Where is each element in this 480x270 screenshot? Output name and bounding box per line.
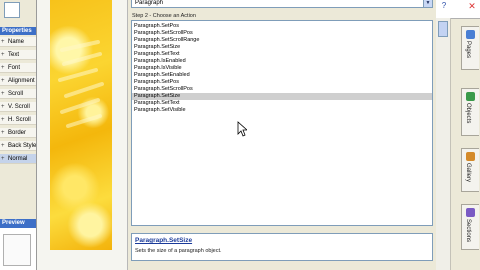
help-icon[interactable]: ? bbox=[438, 1, 450, 11]
property-label: Back Style bbox=[8, 143, 36, 149]
property-row[interactable]: + Back Style bbox=[0, 141, 36, 151]
properties-panel: Properties + Name + Text + Font + Alignment + Scr… bbox=[0, 0, 37, 270]
property-row[interactable]: + Normal bbox=[0, 154, 36, 164]
action-item[interactable]: Paragraph.IsEnabled bbox=[132, 58, 432, 65]
action-item[interactable]: Paragraph.SetSize bbox=[132, 44, 432, 51]
window-controls: ? ✕ bbox=[436, 0, 480, 19]
expand-icon[interactable]: + bbox=[1, 89, 5, 98]
objects-icon bbox=[466, 92, 475, 101]
property-label: Name bbox=[8, 39, 25, 45]
action-item[interactable]: Paragraph.SetPos bbox=[132, 23, 432, 30]
tab-label: Sections bbox=[465, 219, 471, 243]
property-row[interactable]: + Alignment bbox=[0, 76, 36, 86]
property-row[interactable]: + Font bbox=[0, 63, 36, 73]
property-label: H. Scroll bbox=[8, 117, 31, 123]
object-select-value: Paragraph bbox=[135, 0, 164, 6]
property-label: Font bbox=[8, 65, 21, 71]
tab-label: Gallery bbox=[465, 163, 471, 183]
action-info-box: Paragraph.SetSize Sets the size of a par… bbox=[131, 233, 433, 261]
preview-panel-title: Preview bbox=[0, 219, 36, 228]
object-select-dropdown[interactable]: Paragraph ▼ bbox=[131, 0, 433, 8]
page-background-image[interactable] bbox=[50, 0, 112, 250]
page-canvas bbox=[37, 0, 128, 270]
scrollbar-thumb[interactable] bbox=[438, 21, 448, 37]
expand-icon[interactable]: + bbox=[1, 102, 5, 111]
chevron-down-icon[interactable]: ▼ bbox=[423, 0, 432, 7]
action-item[interactable]: Paragraph.SetScrollRange bbox=[132, 37, 432, 44]
expand-icon[interactable]: + bbox=[1, 154, 5, 163]
property-row[interactable]: + V. Scroll bbox=[0, 102, 36, 112]
gallery-icon bbox=[466, 152, 475, 161]
action-item[interactable]: Paragraph.SetScrollPos bbox=[132, 30, 432, 37]
property-label: V. Scroll bbox=[8, 104, 30, 110]
action-item[interactable]: Paragraph.SetVisible bbox=[132, 107, 432, 114]
close-icon[interactable]: ✕ bbox=[466, 0, 478, 12]
vertical-scrollbar[interactable] bbox=[436, 18, 451, 270]
decorative-brush-art bbox=[58, 40, 104, 128]
property-row[interactable]: + H. Scroll bbox=[0, 115, 36, 125]
action-item[interactable]: Paragraph.SetText bbox=[132, 100, 432, 107]
action-item[interactable]: Paragraph.SetPos bbox=[132, 79, 432, 86]
expand-icon[interactable]: + bbox=[1, 37, 5, 46]
properties-panel-title: Properties bbox=[0, 27, 36, 35]
pages-icon bbox=[466, 30, 475, 39]
tab-label: Pages bbox=[465, 41, 471, 59]
tab-label: Objects bbox=[465, 103, 471, 124]
action-item[interactable]: Paragraph.SetEnabled bbox=[132, 72, 432, 79]
property-label: Normal bbox=[8, 156, 28, 162]
action-item[interactable]: Paragraph.SetText bbox=[132, 51, 432, 58]
action-info-description: Sets the size of a paragraph object. bbox=[135, 248, 222, 254]
panel-top-tab[interactable] bbox=[4, 2, 20, 18]
step-label: Step 2 - Choose an Action bbox=[132, 13, 196, 19]
preview-panel bbox=[0, 228, 36, 270]
sections-icon bbox=[466, 208, 475, 217]
tab-sections[interactable]: Sections bbox=[461, 204, 479, 250]
action-wizard-dialog: Paragraph ▼ Step 2 - Choose an Action Pa… bbox=[128, 0, 436, 270]
right-side-panel: ? ✕ Pages Objects Gallery Sections bbox=[436, 0, 480, 270]
tab-gallery[interactable]: Gallery bbox=[461, 148, 479, 192]
property-label: Border bbox=[8, 130, 27, 136]
preview-thumbnail bbox=[3, 234, 31, 266]
expand-icon[interactable]: + bbox=[1, 63, 5, 72]
action-item-selected[interactable]: Paragraph.SetSize bbox=[132, 93, 432, 100]
expand-icon[interactable]: + bbox=[1, 50, 5, 59]
mouse-cursor-icon bbox=[237, 121, 247, 137]
tab-objects[interactable]: Objects bbox=[461, 88, 479, 136]
action-item[interactable]: Paragraph.SetScrollPos bbox=[132, 86, 432, 93]
tab-pages[interactable]: Pages bbox=[461, 26, 479, 70]
expand-icon[interactable]: + bbox=[1, 141, 5, 150]
expand-icon[interactable]: + bbox=[1, 76, 5, 85]
action-info-title[interactable]: Paragraph.SetSize bbox=[135, 237, 192, 244]
property-label: Alignment bbox=[8, 78, 35, 84]
property-row[interactable]: + Name bbox=[0, 37, 36, 47]
expand-icon[interactable]: + bbox=[1, 128, 5, 137]
action-list[interactable]: Paragraph.SetPos Paragraph.SetScrollPos Pa… bbox=[131, 20, 433, 226]
property-row[interactable]: + Scroll bbox=[0, 89, 36, 99]
property-row[interactable]: + Text bbox=[0, 50, 36, 60]
property-label: Scroll bbox=[8, 91, 24, 97]
expand-icon[interactable]: + bbox=[1, 115, 5, 124]
property-label: Text bbox=[8, 52, 20, 58]
action-item[interactable]: Paragraph.IsVisible bbox=[132, 65, 432, 72]
property-row[interactable]: + Border bbox=[0, 128, 36, 138]
